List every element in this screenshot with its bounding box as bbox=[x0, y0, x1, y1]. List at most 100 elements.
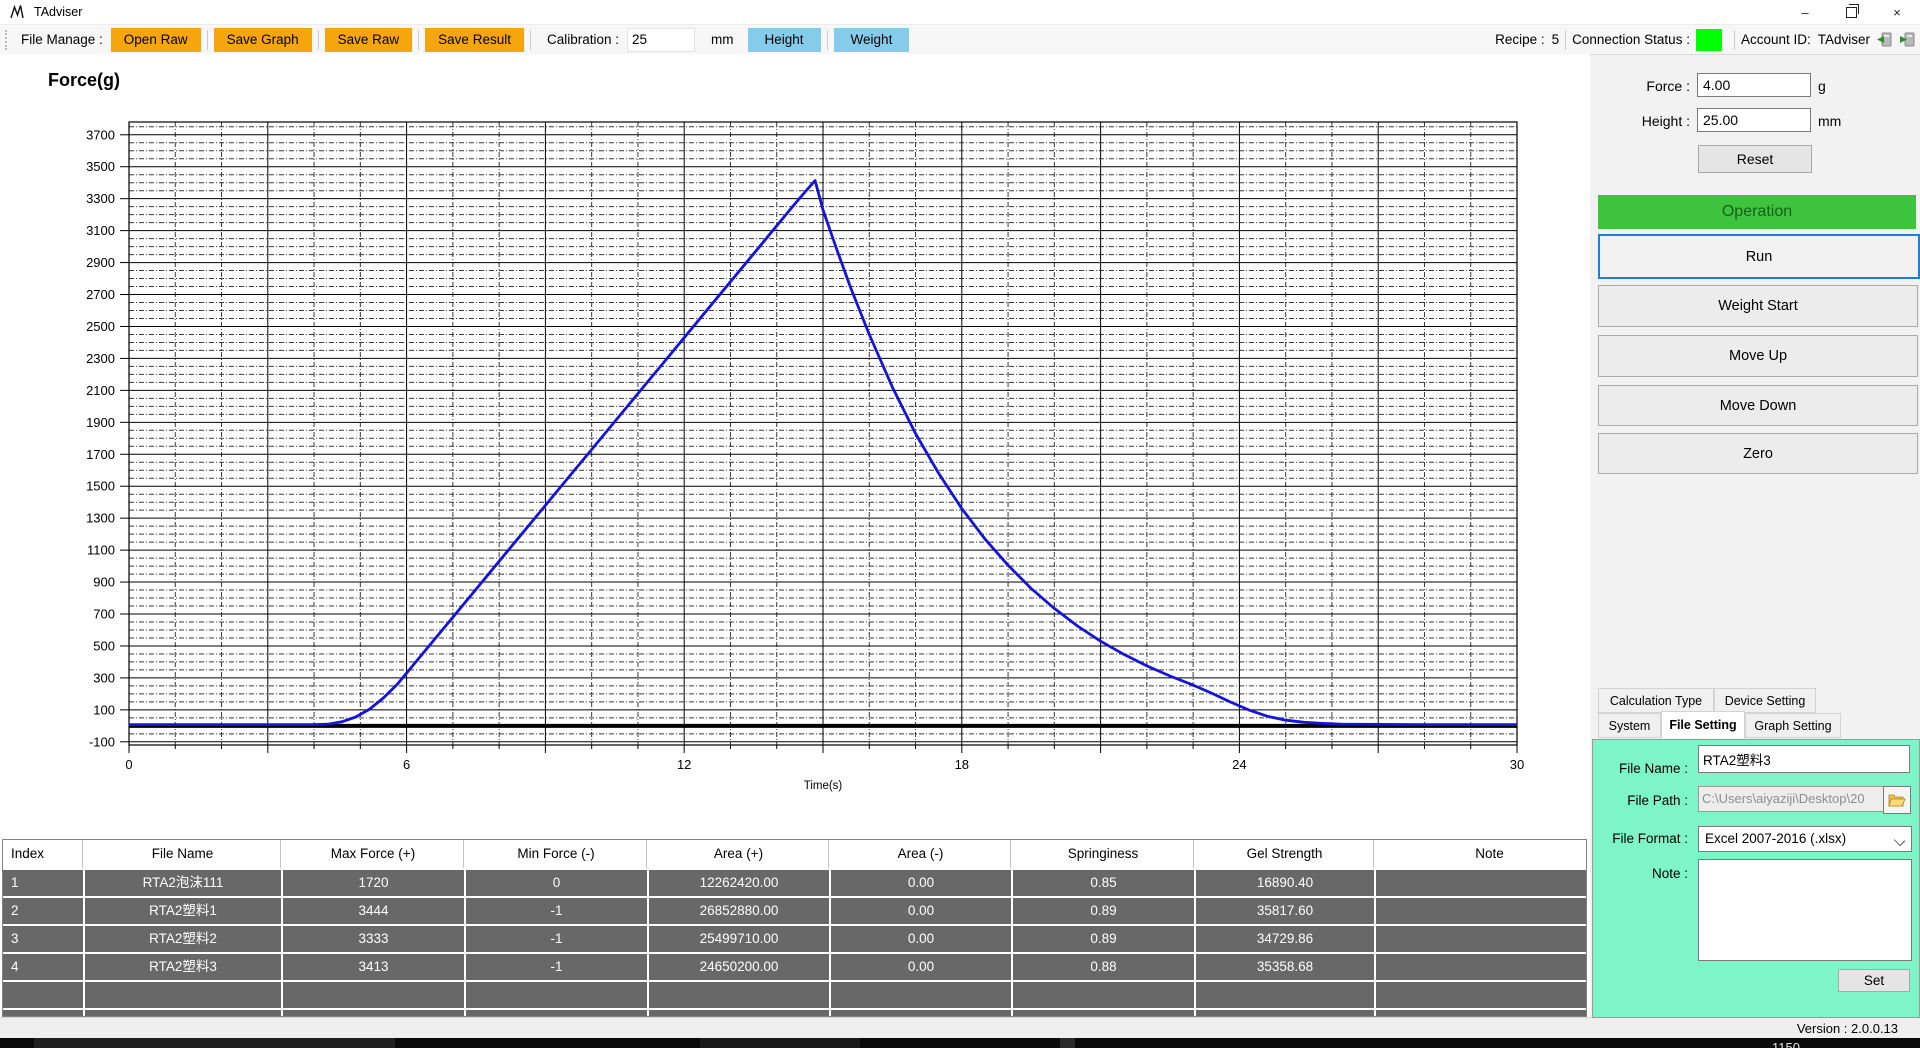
account-id-value: TAdviser bbox=[1818, 32, 1870, 47]
table-header-row: IndexFile NameMax Force (+)Min Force (-)… bbox=[3, 840, 1586, 868]
table-row[interactable]: 2RTA2塑料13444-126852880.000.000.8935817.6… bbox=[3, 898, 1586, 924]
file-format-select[interactable]: Excel 2007-2016 (.xlsx) bbox=[1698, 826, 1912, 852]
tab-file-setting[interactable]: File Setting bbox=[1661, 711, 1745, 738]
table-cell bbox=[1196, 982, 1374, 1008]
table-cell: RTA2塑料3 bbox=[85, 954, 281, 980]
table-cell: 2 bbox=[3, 898, 83, 924]
file-format-value: Excel 2007-2016 (.xlsx) bbox=[1705, 831, 1846, 846]
minimize-button[interactable]: – bbox=[1782, 0, 1828, 24]
table-cell bbox=[1376, 954, 1587, 980]
table-row[interactable]: 4RTA2塑料33413-124650200.000.000.8835358.6… bbox=[3, 954, 1586, 980]
taskbar-clock: 1150 bbox=[1772, 1038, 1800, 1048]
logout-icon[interactable] bbox=[1899, 31, 1916, 48]
op-button-move-up[interactable]: Move Up bbox=[1598, 335, 1918, 377]
height-unit: mm bbox=[1818, 113, 1841, 129]
table-cell bbox=[85, 982, 281, 1008]
file-path-box: C:\Users\aiyaziji\Desktop\20 bbox=[1698, 786, 1888, 812]
tab-calculation-type[interactable]: Calculation Type bbox=[1598, 688, 1714, 713]
table-cell: 0.89 bbox=[1013, 898, 1194, 924]
table-row[interactable]: 1RTA2泡沫1111720012262420.000.000.8516890.… bbox=[3, 870, 1586, 896]
table-cell: 1 bbox=[3, 870, 83, 896]
column-header-note: Note bbox=[1376, 840, 1587, 868]
height-input[interactable] bbox=[1697, 108, 1811, 132]
tab-graph-setting[interactable]: Graph Setting bbox=[1745, 713, 1841, 738]
table-cell: 0.00 bbox=[831, 898, 1011, 924]
file-button-save-graph[interactable]: Save Graph bbox=[214, 28, 312, 52]
calibration-input[interactable] bbox=[627, 28, 695, 52]
close-button[interactable]: × bbox=[1874, 0, 1920, 24]
tab-device-setting[interactable]: Device Setting bbox=[1714, 688, 1816, 713]
table-cell: 0.00 bbox=[831, 870, 1011, 896]
y-tick-label: 300 bbox=[93, 670, 115, 685]
x-tick-label: 18 bbox=[955, 757, 969, 772]
column-header-area-: Area (-) bbox=[831, 840, 1011, 868]
table-cell: 1720 bbox=[283, 870, 464, 896]
table-cell: 0 bbox=[466, 870, 647, 896]
toolbar: File Manage : Open RawSave GraphSave Raw… bbox=[0, 25, 1920, 55]
force-input[interactable] bbox=[1697, 73, 1811, 97]
table-row-empty[interactable] bbox=[3, 1010, 1586, 1017]
column-header-index: Index bbox=[3, 840, 83, 868]
toggle-button-group: Height Weight bbox=[748, 28, 910, 52]
file-path-label: File Path : bbox=[1598, 793, 1688, 808]
table-cell bbox=[1376, 926, 1587, 952]
table-cell: -1 bbox=[466, 954, 647, 980]
calibration-unit: mm bbox=[711, 32, 734, 47]
file-name-input[interactable] bbox=[1698, 745, 1910, 773]
file-button-open-raw[interactable]: Open Raw bbox=[111, 28, 201, 52]
browse-folder-button[interactable] bbox=[1883, 786, 1911, 814]
op-button-run[interactable]: Run bbox=[1598, 234, 1920, 279]
table-cell bbox=[3, 982, 83, 1008]
op-button-zero[interactable]: Zero bbox=[1598, 433, 1918, 474]
set-button[interactable]: Set bbox=[1838, 969, 1910, 992]
y-tick-label: 1900 bbox=[86, 415, 115, 430]
y-tick-label: 900 bbox=[93, 575, 115, 590]
toolbar-separator bbox=[1565, 30, 1566, 50]
login-icon[interactable] bbox=[1876, 31, 1893, 48]
y-tick-label: 1500 bbox=[86, 479, 115, 494]
op-button-move-down[interactable]: Move Down bbox=[1598, 385, 1918, 426]
table-cell bbox=[466, 982, 647, 1008]
folder-icon bbox=[1888, 793, 1906, 807]
toolbar-separator bbox=[1734, 30, 1735, 50]
table-cell: 3444 bbox=[283, 898, 464, 924]
table-cell bbox=[85, 1010, 281, 1017]
table-cell: 4 bbox=[3, 954, 83, 980]
table-row[interactable]: 3RTA2塑料23333-125499710.000.000.8934729.8… bbox=[3, 926, 1586, 952]
x-tick-label: 30 bbox=[1510, 757, 1524, 772]
restore-button[interactable] bbox=[1828, 0, 1874, 24]
table-cell bbox=[649, 982, 829, 1008]
recipe-label: Recipe : bbox=[1495, 32, 1545, 47]
toolbar-separator bbox=[827, 30, 828, 50]
app-window: TAdviser – × File Manage : Open RawSave … bbox=[0, 0, 1920, 1048]
y-tick-label: 2900 bbox=[86, 255, 115, 270]
note-textarea[interactable] bbox=[1698, 859, 1912, 961]
table-cell: 24650200.00 bbox=[649, 954, 829, 980]
connection-status-indicator bbox=[1696, 29, 1722, 51]
table-cell: 3 bbox=[3, 926, 83, 952]
operation-header: Operation bbox=[1598, 195, 1916, 229]
file-button-save-result[interactable]: Save Result bbox=[425, 28, 524, 52]
table-cell bbox=[831, 982, 1011, 1008]
x-tick-label: 0 bbox=[125, 757, 132, 772]
reset-button[interactable]: Reset bbox=[1698, 145, 1812, 173]
table-cell: RTA2塑料2 bbox=[85, 926, 281, 952]
table-cell: 16890.40 bbox=[1196, 870, 1374, 896]
table-cell: 3413 bbox=[283, 954, 464, 980]
toggle-button-height[interactable]: Height bbox=[748, 28, 821, 52]
file-button-save-raw[interactable]: Save Raw bbox=[325, 28, 413, 52]
toggle-button-weight[interactable]: Weight bbox=[834, 28, 910, 52]
tab-system[interactable]: System bbox=[1598, 713, 1661, 738]
y-tick-label: 3500 bbox=[86, 159, 115, 174]
table-cell: 34729.86 bbox=[1196, 926, 1374, 952]
table-cell bbox=[1376, 870, 1587, 896]
op-button-weight-start[interactable]: Weight Start bbox=[1598, 285, 1918, 327]
x-tick-label: 12 bbox=[677, 757, 691, 772]
force-unit: g bbox=[1818, 78, 1826, 94]
taskbar-segment bbox=[700, 1038, 860, 1048]
table-cell: 35358.68 bbox=[1196, 954, 1374, 980]
table-cell bbox=[466, 1010, 647, 1017]
table-row-empty[interactable] bbox=[3, 982, 1586, 1008]
app-title: TAdviser bbox=[34, 5, 82, 19]
table-cell: 0.00 bbox=[831, 926, 1011, 952]
